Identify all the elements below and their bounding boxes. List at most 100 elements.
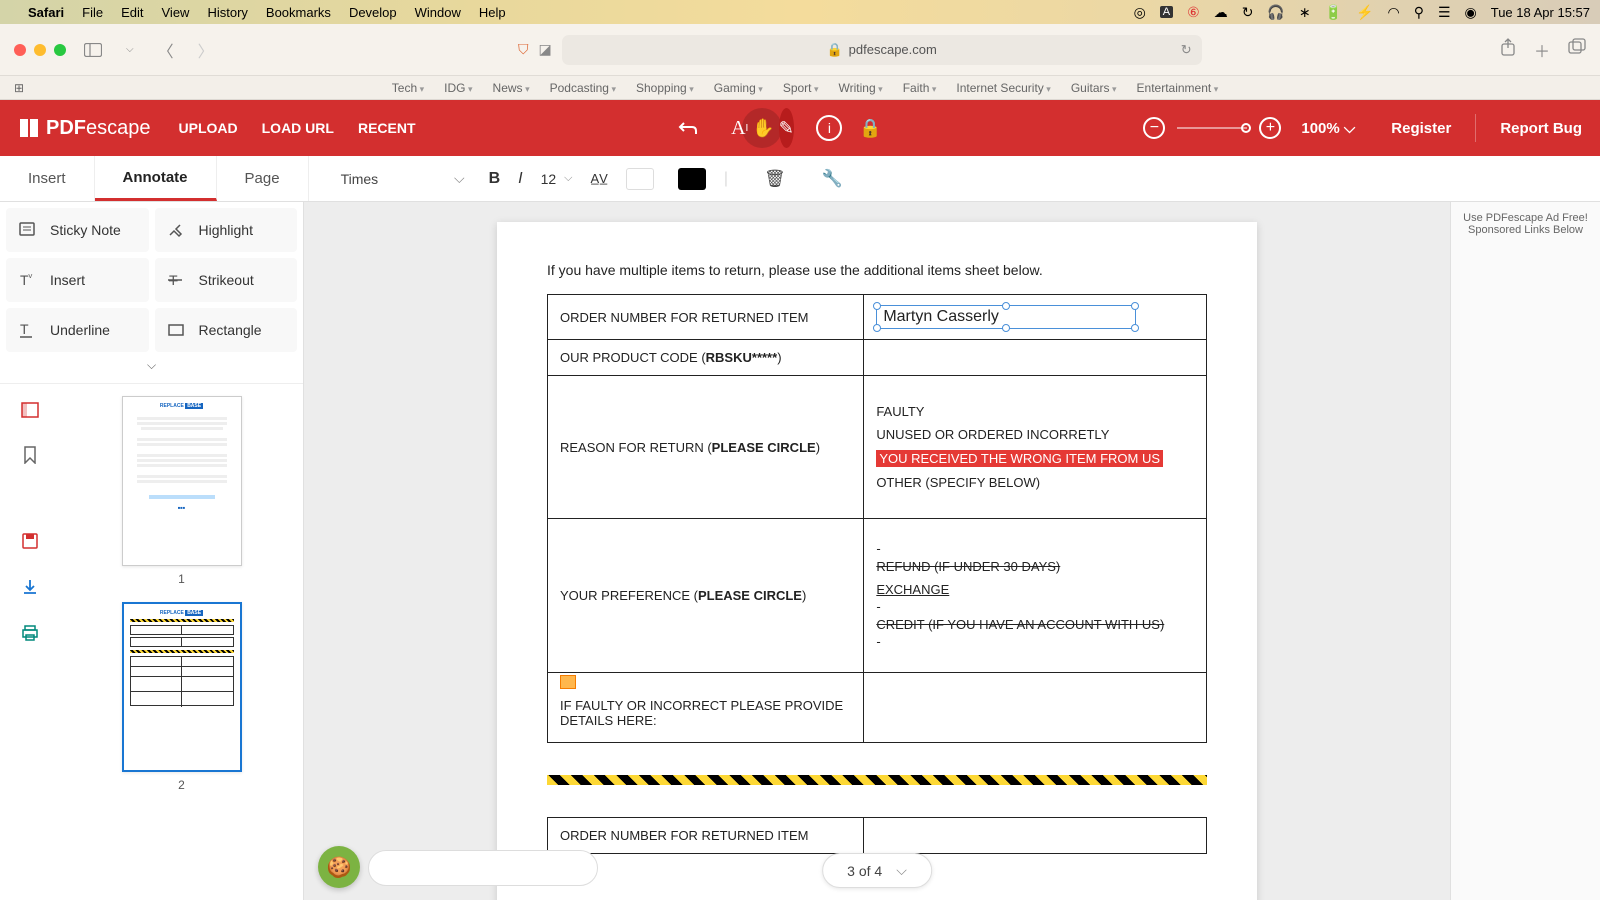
- font-family-select[interactable]: Times⌵: [333, 164, 473, 194]
- upload-button[interactable]: UPLOAD: [179, 120, 238, 136]
- bookmark-idg[interactable]: IDG: [444, 81, 472, 95]
- font-size-select[interactable]: 12 ⌵: [541, 171, 573, 187]
- zoom-slider[interactable]: [1177, 127, 1247, 129]
- tab-insert[interactable]: Insert: [0, 156, 95, 201]
- tabs-icon[interactable]: [1568, 38, 1586, 62]
- status-icon-key[interactable]: ⑥: [1187, 4, 1200, 21]
- download-icon[interactable]: [21, 578, 39, 596]
- register-link[interactable]: Register: [1391, 120, 1451, 137]
- close-window-button[interactable]: [14, 44, 26, 56]
- menu-view[interactable]: View: [162, 5, 190, 20]
- bold-button[interactable]: B: [489, 170, 501, 188]
- share-icon[interactable]: [1500, 38, 1516, 62]
- control-center-icon[interactable]: ☰: [1438, 4, 1451, 21]
- bookmark-security[interactable]: Internet Security: [956, 81, 1050, 95]
- thumbnail-2[interactable]: REPLACE BASE 2: [80, 602, 283, 792]
- zoom-in-button[interactable]: +: [1259, 117, 1281, 139]
- status-icon-a[interactable]: A: [1160, 6, 1173, 18]
- bookmarks-view-icon[interactable]: [22, 446, 38, 464]
- tool-highlight[interactable]: Highlight: [155, 208, 298, 252]
- headphones-icon[interactable]: 🎧: [1267, 4, 1284, 21]
- edit-tool-button[interactable]: ✎: [779, 108, 794, 148]
- bookmark-sport[interactable]: Sport: [783, 81, 819, 95]
- kerning-button[interactable]: A̲V̲: [591, 171, 608, 186]
- cloud-icon[interactable]: ☁: [1214, 4, 1228, 21]
- thumbnails-view-icon[interactable]: [21, 402, 39, 418]
- text-color-swatch[interactable]: [678, 168, 706, 190]
- reload-icon[interactable]: ↻: [1181, 42, 1192, 58]
- document-viewport[interactable]: If you have multiple items to return, pl…: [304, 202, 1450, 900]
- menu-develop[interactable]: Develop: [349, 5, 397, 20]
- privacy-report-icon[interactable]: ◪: [538, 41, 551, 58]
- address-bar[interactable]: 🔒 pdfescape.com ↻: [562, 35, 1202, 65]
- battery-icon[interactable]: 🔋: [1325, 4, 1342, 21]
- save-icon[interactable]: [21, 532, 39, 550]
- text-tool-button[interactable]: AI: [731, 108, 748, 148]
- strikeout-annotation-2[interactable]: CREDIT (IF YOU HAVE AN ACCOUNT WITH US): [876, 617, 1164, 632]
- tab-annotate[interactable]: Annotate: [95, 156, 217, 201]
- menu-bookmarks[interactable]: Bookmarks: [266, 5, 331, 20]
- highlight-annotation[interactable]: YOU RECEIVED THE WRONG ITEM FROM US: [876, 450, 1163, 467]
- wifi-icon-2[interactable]: ◠: [1387, 4, 1399, 21]
- expand-tools-button[interactable]: ⌵: [0, 352, 303, 379]
- sticky-note-annotation[interactable]: [560, 675, 576, 689]
- bookmark-writing[interactable]: Writing: [839, 81, 883, 95]
- sidebar-toggle-icon[interactable]: [78, 41, 108, 59]
- tab-page[interactable]: Page: [217, 156, 309, 201]
- settings-button[interactable]: 🔧: [822, 169, 843, 189]
- load-url-button[interactable]: LOAD URL: [262, 120, 334, 136]
- tool-sticky-note[interactable]: Sticky Note: [6, 208, 149, 252]
- tool-underline[interactable]: TUnderline: [6, 308, 149, 352]
- bookmark-faith[interactable]: Faith: [903, 81, 937, 95]
- underline-annotation[interactable]: EXCHANGE: [876, 582, 949, 597]
- menu-history[interactable]: History: [207, 5, 247, 20]
- wifi-icon[interactable]: ⚡: [1356, 4, 1373, 21]
- siri-icon[interactable]: ◉: [1465, 4, 1477, 21]
- cookie-settings-button[interactable]: 🍪: [318, 846, 360, 888]
- back-button[interactable]: 〈: [152, 36, 180, 64]
- bookmark-guitars[interactable]: Guitars: [1071, 81, 1117, 95]
- minimize-window-button[interactable]: [34, 44, 46, 56]
- thumbnail-1[interactable]: REPLACE BASE ■■■ 1: [80, 396, 283, 586]
- new-tab-icon[interactable]: ＋: [1534, 38, 1550, 62]
- clock[interactable]: Tue 18 Apr 15:57: [1491, 5, 1590, 20]
- bookmark-entertainment[interactable]: Entertainment: [1137, 81, 1219, 95]
- text-annotation-selected[interactable]: Martyn Casserly: [876, 305, 1136, 329]
- app-name[interactable]: Safari: [28, 5, 64, 20]
- status-icon[interactable]: ◎: [1134, 4, 1146, 21]
- menu-file[interactable]: File: [82, 5, 103, 20]
- spotlight-icon[interactable]: ⚲: [1414, 4, 1424, 21]
- delete-button[interactable]: 🗑: [764, 169, 786, 189]
- bookmark-shopping[interactable]: Shopping: [636, 81, 694, 95]
- dropdown-icon[interactable]: ⌵: [120, 42, 140, 57]
- search-pill[interactable]: [368, 850, 598, 886]
- menu-edit[interactable]: Edit: [121, 5, 143, 20]
- lock-button[interactable]: 🔒: [850, 108, 890, 148]
- zoom-percent[interactable]: 100% ⌵: [1301, 120, 1355, 137]
- tool-rectangle[interactable]: Rectangle: [155, 308, 298, 352]
- tool-strikeout[interactable]: TStrikeout: [155, 258, 298, 302]
- info-button[interactable]: i: [816, 115, 842, 141]
- report-bug-link[interactable]: Report Bug: [1500, 120, 1582, 137]
- zoom-out-button[interactable]: −: [1143, 117, 1165, 139]
- clock-icon[interactable]: ↻: [1242, 4, 1254, 21]
- hand-tool-button[interactable]: ✋: [752, 108, 774, 148]
- tool-insert[interactable]: T˅Insert: [6, 258, 149, 302]
- strikeout-annotation[interactable]: REFUND (IF UNDER 30 DAYS): [876, 559, 1060, 574]
- undo-button[interactable]: [668, 108, 708, 148]
- fill-color-swatch[interactable]: [626, 168, 654, 190]
- bluetooth-icon[interactable]: ∗: [1299, 4, 1311, 21]
- page-navigator[interactable]: 3 of 4 ⌵: [822, 853, 932, 888]
- apps-icon[interactable]: ⊞: [14, 81, 24, 95]
- bookmark-news[interactable]: News: [493, 81, 530, 95]
- print-icon[interactable]: [21, 624, 39, 642]
- pdfescape-logo[interactable]: PDFescape: [18, 117, 151, 140]
- menu-help[interactable]: Help: [479, 5, 506, 20]
- bookmark-podcasting[interactable]: Podcasting: [550, 81, 616, 95]
- italic-button[interactable]: I: [518, 170, 522, 188]
- bookmark-tech[interactable]: Tech: [392, 81, 424, 95]
- ad-free-link[interactable]: Use PDFescape Ad Free!: [1461, 212, 1590, 224]
- tracker-shield-icon[interactable]: ⛉: [518, 41, 529, 58]
- menu-window[interactable]: Window: [415, 5, 461, 20]
- recent-button[interactable]: RECENT: [358, 120, 416, 136]
